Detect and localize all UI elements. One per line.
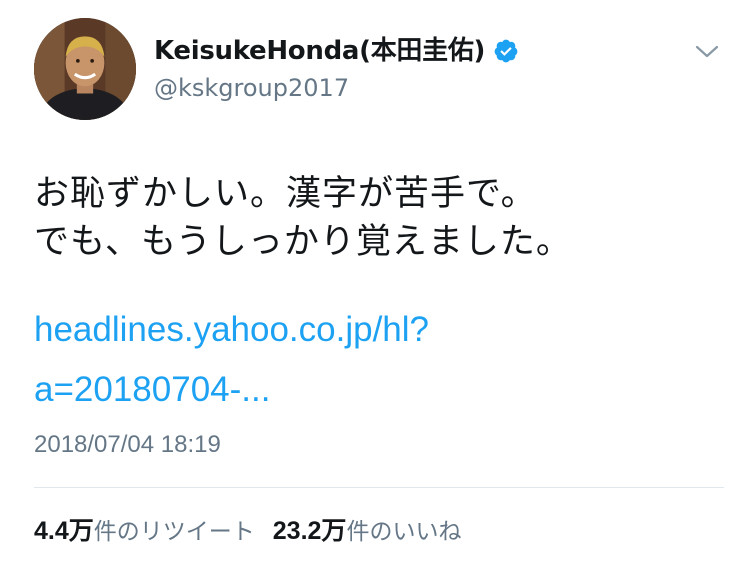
- likes-label: 件のいいね: [346, 519, 462, 545]
- retweets-stat[interactable]: 4.4万件のリツイート: [34, 516, 255, 547]
- tweet-link-line: headlines.yahoo.co.jp/hl?: [34, 310, 430, 349]
- chevron-down-icon[interactable]: [693, 42, 721, 62]
- tweet-text: お恥ずかしい。漢字が苦手で。 でも、もうしっかり覚えました。: [34, 170, 724, 266]
- tweet-text-line: お恥ずかしい。漢字が苦手で。: [34, 174, 537, 214]
- user-handle[interactable]: @kskgroup2017: [154, 74, 349, 102]
- retweets-label: 件のリツイート: [93, 519, 255, 545]
- tweet-link[interactable]: headlines.yahoo.co.jp/hl? a=20180704-...: [34, 300, 724, 420]
- tweet-link-line: a=20180704-...: [34, 370, 271, 409]
- verified-badge-icon: [494, 39, 518, 63]
- retweets-count: 4.4万: [34, 517, 94, 545]
- avatar-photo-icon: [34, 18, 136, 120]
- likes-count: 23.2万: [272, 517, 347, 545]
- divider: [34, 487, 724, 488]
- tweet-card: KeisukeHonda(本田圭佑) @kskgroup2017 お恥ずかしい。…: [0, 0, 750, 569]
- tweet-text-line: でも、もうしっかり覚えました。: [34, 222, 572, 262]
- avatar[interactable]: [34, 18, 136, 120]
- tweet-stats: 4.4万件のリツイート 23.2万件のいいね: [34, 516, 461, 547]
- display-name-text: KeisukeHonda(本田圭佑): [154, 36, 486, 66]
- tweet-timestamp[interactable]: 2018/07/04 18:19: [34, 430, 221, 460]
- likes-stat[interactable]: 23.2万件のいいね: [273, 516, 462, 547]
- display-name[interactable]: KeisukeHonda(本田圭佑): [154, 36, 519, 66]
